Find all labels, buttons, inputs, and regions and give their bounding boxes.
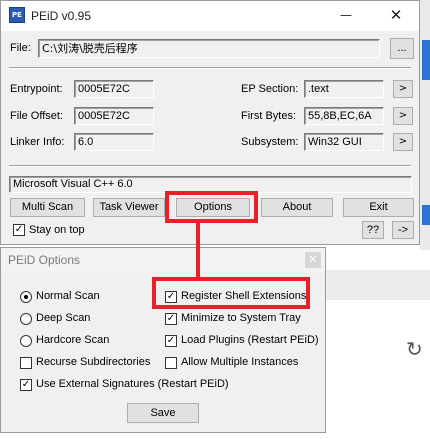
main-titlebar: PE PEiD v0.95 — ✕ [1, 1, 419, 31]
first-bytes-field[interactable]: 55,8B,EC,6A [304, 107, 384, 125]
subsystem-details-button[interactable]: > [393, 133, 413, 151]
allow-multiple-instances-label: Allow Multiple Instances [181, 356, 299, 368]
options-close-icon[interactable]: ✕ [305, 252, 321, 268]
minimize-to-tray-label: Minimize to System Tray [181, 312, 301, 324]
deep-scan-radio[interactable] [20, 313, 32, 325]
first-bytes-label: First Bytes: [241, 110, 297, 122]
ep-section-details-button[interactable]: > [393, 80, 413, 98]
recurse-subdirectories-checkbox[interactable] [20, 357, 32, 369]
file-offset-field[interactable]: 0005E72C [74, 107, 154, 125]
normal-scan-label: Normal Scan [36, 290, 100, 302]
subsystem-label: Subsystem: [241, 136, 299, 148]
background-accent-block-2 [422, 205, 430, 225]
entrypoint-field[interactable]: 0005E72C [74, 80, 154, 98]
highlight-connector-vertical [196, 222, 200, 279]
file-offset-label: File Offset: [10, 110, 63, 122]
close-icon[interactable]: ✕ [381, 5, 411, 25]
refresh-icon[interactable]: ↻ [406, 337, 423, 361]
normal-scan-radio[interactable] [20, 291, 32, 303]
separator-top [9, 67, 411, 69]
extra-info-button[interactable]: -> [392, 221, 414, 239]
options-titlebar: PEiD Options ✕ [1, 248, 325, 272]
load-plugins-checkbox[interactable]: ✓ [165, 335, 177, 347]
options-button-highlight [165, 191, 258, 223]
peid-options-dialog: PEiD Options ✕ Normal Scan Deep Scan Har… [0, 247, 326, 433]
options-title: PEiD Options [8, 253, 81, 267]
use-external-signatures-checkbox[interactable]: ✓ [20, 379, 32, 391]
task-viewer-button[interactable]: Task Viewer [93, 198, 165, 217]
subsystem-field[interactable]: Win32 GUI [304, 133, 384, 151]
multi-scan-button[interactable]: Multi Scan [10, 198, 85, 217]
separator-middle [9, 165, 411, 167]
hardcore-scan-label: Hardcore Scan [36, 334, 110, 346]
background-toolbar [326, 270, 430, 300]
file-path-field[interactable]: C:\刘涛\脱壳后程序 [38, 39, 380, 58]
deep-scan-label: Deep Scan [36, 312, 91, 324]
peid-app-icon: PE [9, 7, 25, 23]
minimize-icon[interactable]: — [331, 5, 361, 25]
save-button[interactable]: Save [127, 403, 199, 423]
load-plugins-label: Load Plugins (Restart PEiD) [181, 334, 319, 346]
ep-section-field[interactable]: .text [304, 80, 384, 98]
stay-on-top-checkbox[interactable]: ✓ [13, 224, 25, 236]
help-button[interactable]: ?? [362, 221, 384, 239]
about-button[interactable]: About [261, 198, 333, 217]
stay-on-top-label: Stay on top [29, 224, 85, 236]
linker-info-field[interactable]: 6.0 [74, 133, 154, 151]
linker-info-label: Linker Info: [10, 136, 65, 148]
browse-button[interactable]: ... [390, 38, 414, 59]
first-bytes-details-button[interactable]: > [393, 107, 413, 125]
exit-button[interactable]: Exit [343, 198, 414, 217]
hardcore-scan-radio[interactable] [20, 335, 32, 347]
recurse-subdirectories-label: Recurse Subdirectories [36, 356, 151, 368]
entrypoint-label: Entrypoint: [10, 83, 63, 95]
ep-section-label: EP Section: [241, 83, 299, 95]
background-accent-block [422, 40, 430, 80]
allow-multiple-instances-checkbox[interactable] [165, 357, 177, 369]
use-external-signatures-label: Use External Signatures (Restart PEiD) [36, 378, 229, 390]
window-title: PEiD v0.95 [31, 9, 92, 23]
register-shell-extensions-highlight [152, 277, 310, 309]
minimize-to-tray-checkbox[interactable]: ✓ [165, 313, 177, 325]
file-label: File: [10, 42, 31, 54]
screen: ↻ PE PEiD v0.95 — ✕ File: C:\刘涛\脱壳后程序 ..… [0, 0, 430, 439]
